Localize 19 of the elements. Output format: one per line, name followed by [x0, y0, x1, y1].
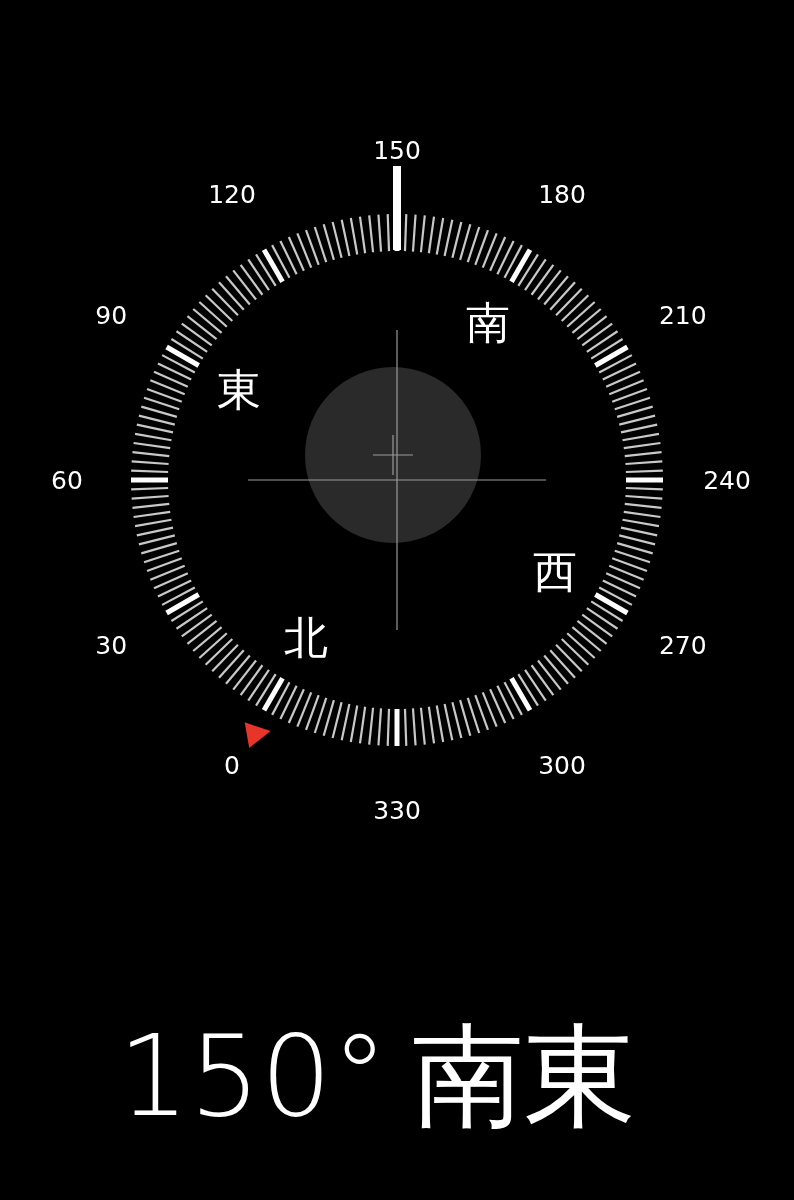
heading-degrees: 150°: [118, 1020, 388, 1132]
degree-label: 30: [95, 630, 128, 660]
cardinal-label: 北: [284, 612, 328, 664]
degree-label: 60: [51, 465, 83, 495]
degree-label: 270: [658, 630, 707, 660]
degree-label: 300: [538, 751, 586, 781]
degree-label: 180: [538, 179, 586, 209]
degree-label: 0: [224, 751, 240, 781]
heading-direction: 南東: [411, 1020, 636, 1132]
degree-label: 90: [95, 300, 128, 330]
degree-label: 210: [658, 300, 707, 330]
degree-label: 120: [208, 179, 256, 209]
cardinal-label: 南: [466, 296, 510, 348]
north-marker-icon: [244, 722, 271, 748]
degree-label: 330: [373, 795, 421, 825]
degree-label: 150: [373, 135, 421, 165]
degree-label: 240: [703, 465, 751, 495]
cardinal-label: 東: [217, 363, 262, 415]
cardinal-label: 西: [532, 545, 577, 597]
